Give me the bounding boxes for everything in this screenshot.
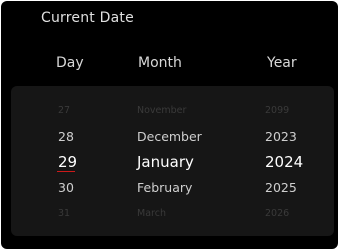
column-header-month: Month [138, 55, 182, 71]
month-option[interactable]: February [137, 178, 192, 198]
day-option[interactable]: 28 [58, 127, 74, 147]
selection-underline [57, 171, 75, 172]
year-option[interactable]: 2026 [265, 204, 289, 224]
year-option[interactable]: 2099 [265, 101, 289, 121]
day-option-selected[interactable]: 29 [58, 152, 77, 172]
picker-row[interactable]: 31 March 2026 [11, 204, 334, 224]
month-option[interactable]: December [137, 127, 202, 147]
day-option[interactable]: 27 [58, 101, 70, 121]
month-option-selected[interactable]: January [137, 152, 194, 172]
year-option-selected[interactable]: 2024 [265, 152, 303, 172]
month-option[interactable]: November [137, 101, 186, 121]
picker-row[interactable]: 28 December 2023 [11, 127, 334, 147]
year-option[interactable]: 2025 [265, 178, 297, 198]
picker-row[interactable]: 30 February 2025 [11, 178, 334, 198]
day-option[interactable]: 30 [58, 178, 74, 198]
date-setting-screen: Current Date Day Month Year 27 November … [1, 1, 338, 249]
month-option[interactable]: March [137, 204, 166, 224]
date-picker-wheel[interactable]: 27 November 2099 28 December 2023 29 Jan… [11, 86, 334, 236]
year-option[interactable]: 2023 [265, 127, 297, 147]
page-title: Current Date [41, 10, 134, 26]
picker-row-selected[interactable]: 29 January 2024 [11, 152, 334, 172]
column-header-day: Day [56, 55, 84, 71]
day-option[interactable]: 31 [58, 204, 70, 224]
picker-row[interactable]: 27 November 2099 [11, 101, 334, 121]
column-header-year: Year [267, 55, 297, 71]
